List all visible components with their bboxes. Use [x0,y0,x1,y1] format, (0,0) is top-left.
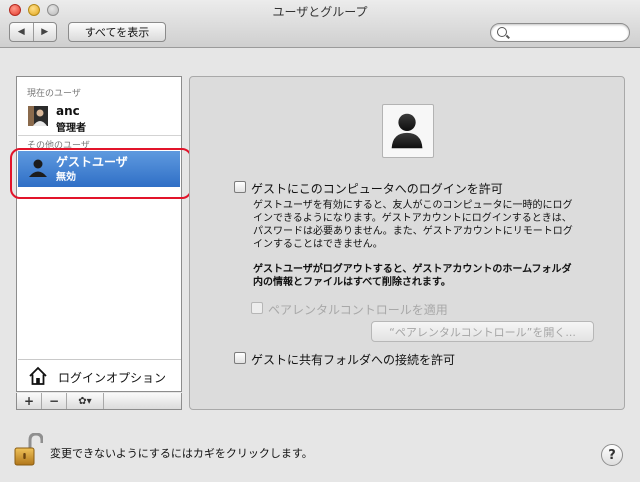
login-options-item[interactable]: ログインオプション [18,359,181,392]
action-menu-button[interactable]: ✿▾ [67,393,104,409]
add-user-button[interactable]: + [17,393,42,409]
toolbar: ユーザとグループ ◀ ▶ すべてを表示 [0,0,640,48]
user-row-anc[interactable]: anc 管理者 [18,102,180,138]
parental-controls-label: ペアレンタルコントロールを適用 [268,303,448,317]
forward-button[interactable]: ▶ [32,23,57,41]
lock-icon[interactable] [13,433,43,467]
window-title: ユーザとグループ [272,5,368,19]
current-user-header: 現在のユーザ [27,89,81,99]
lock-message: 変更できないようにするにはカギをクリックします。 [50,447,313,460]
user-name: anc [56,104,80,118]
section-divider [18,135,181,136]
allow-guest-login-label: ゲストにこのコンピュータへのログインを許可 [251,182,503,196]
description-line: インできるようになります。ゲストアカウントにログインするときは、 [253,213,572,224]
description-line: インすることはできません。 [253,239,383,250]
user-role: 管理者 [56,123,86,134]
login-options-label: ログインオプション [58,371,167,385]
gear-icon: ✿▾ [78,395,92,407]
open-parental-controls-button[interactable]: “ペアレンタルコントロール”を開く... [371,321,594,342]
back-forward-control: ◀ ▶ [9,22,57,42]
search-field[interactable] [490,23,630,42]
guest-warning: ゲストユーザがログアウトすると、ゲストアカウントのホームフォルダ 内の情報とファ… [253,263,593,289]
warning-line: 内の情報とファイルはすべて削除されます。 [253,277,451,288]
search-icon [497,27,507,37]
annotation-highlight-circle [10,148,192,199]
back-arrow-icon: ◀ [17,27,25,37]
description-line: ゲストユーザを有効にすると、友人がこのコンピュータに一時的にログ [253,200,573,211]
user-photo-icon [28,106,48,126]
house-icon [29,366,47,385]
allow-guest-login-checkbox[interactable] [234,181,246,193]
back-button[interactable]: ◀ [10,23,33,41]
users-and-groups-window: ユーザとグループ ◀ ▶ すべてを表示 現在のユーザ anc 管理者 その他のユ… [0,0,640,482]
description-line: パスワードは必要ありません。また、ゲストアカウントにリモートログ [253,226,573,237]
allow-shared-folders-label: ゲストに共有フォルダへの接続を許可 [251,353,456,367]
allow-shared-folders-checkbox[interactable] [234,352,246,364]
guest-description: ゲストユーザを有効にすると、友人がこのコンピュータに一時的にログ インできるよう… [253,199,593,251]
guest-silhouette-icon [391,113,423,149]
guest-picture-well[interactable] [382,104,434,158]
sidebar-button-bar: + − ✿▾ [16,393,182,410]
help-button[interactable]: ? [601,444,623,466]
show-all-button[interactable]: すべてを表示 [68,22,166,42]
forward-arrow-icon: ▶ [41,27,49,37]
parental-controls-checkbox[interactable] [251,302,263,314]
user-list-sidebar: 現在のユーザ anc 管理者 その他のユーザ ゲストユーザ 無効 ログインオプシ… [16,76,182,392]
remove-user-button[interactable]: − [42,393,67,409]
warning-line: ゲストユーザがログアウトすると、ゲストアカウントのホームフォルダ [253,264,572,275]
